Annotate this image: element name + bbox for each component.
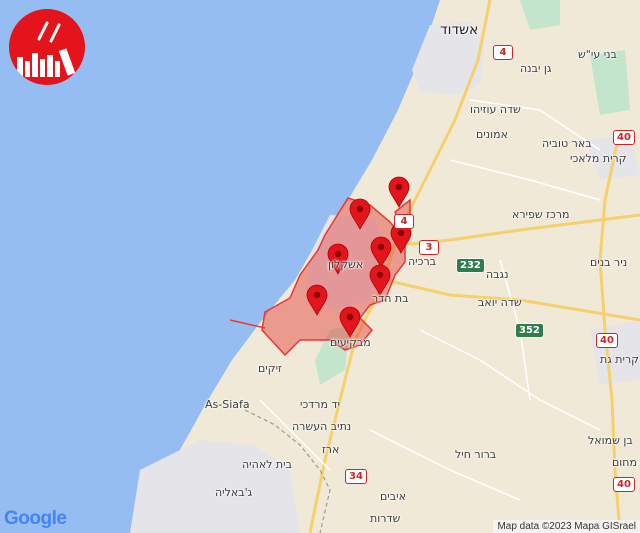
road-shield: 352 bbox=[515, 323, 544, 338]
road-shield: 4 bbox=[493, 45, 513, 60]
place-label: אמונים bbox=[476, 128, 508, 141]
road-shield: 3 bbox=[419, 240, 439, 255]
place-label: As-Siafa bbox=[205, 398, 250, 411]
place-label: אשדוד bbox=[440, 22, 479, 38]
place-label: נתיב העשרה bbox=[292, 420, 352, 433]
place-label: ניר בנים bbox=[590, 256, 628, 269]
place-label: מחום bbox=[612, 456, 637, 469]
map-canvas[interactable] bbox=[0, 0, 640, 533]
google-logo[interactable]: Google bbox=[4, 508, 67, 530]
place-label: שדרות bbox=[370, 512, 401, 525]
place-label: קרית מלאכי bbox=[570, 152, 627, 165]
place-label: נגבה bbox=[486, 268, 509, 281]
place-label: מרכז שפירא bbox=[512, 208, 570, 221]
place-label: ג'באליה bbox=[215, 486, 253, 499]
place-label: ברכיה bbox=[408, 255, 437, 268]
place-label: שדה יואב bbox=[478, 296, 522, 309]
place-label: ארז bbox=[322, 443, 340, 456]
place-label: קרית גת bbox=[600, 353, 639, 366]
place-label: גן יבנה bbox=[520, 62, 552, 75]
road-shield: 40 bbox=[613, 477, 635, 492]
rocket-skyline-icon bbox=[17, 21, 76, 77]
place-label: יד מרדכי bbox=[300, 398, 340, 411]
place-label: בת הדר bbox=[372, 292, 409, 305]
road-shield: 40 bbox=[613, 130, 635, 145]
place-label: ברור חיל bbox=[455, 448, 497, 461]
app-logo-badge bbox=[9, 9, 85, 85]
place-label: בית לאהיה bbox=[242, 458, 292, 471]
place-label: בן שמואל bbox=[588, 434, 633, 447]
place-label: מבקיעים bbox=[330, 336, 371, 349]
google-logo-text: Google bbox=[4, 508, 67, 529]
place-label: שדה עוזיהו bbox=[470, 103, 521, 116]
place-label: בני עי"ש bbox=[578, 48, 617, 61]
place-label: אשקלון bbox=[328, 258, 364, 271]
road-shield: 4 bbox=[394, 214, 414, 229]
place-label: באר טוביה bbox=[542, 137, 592, 150]
road-shield: 34 bbox=[345, 469, 367, 484]
place-label: זיקים bbox=[258, 362, 282, 375]
road-shield: 232 bbox=[456, 258, 485, 273]
place-label: איבים bbox=[380, 490, 406, 503]
map-attribution[interactable]: Map data ©2023 Mapa GISrael bbox=[493, 520, 640, 533]
road-shield: 40 bbox=[596, 333, 618, 348]
